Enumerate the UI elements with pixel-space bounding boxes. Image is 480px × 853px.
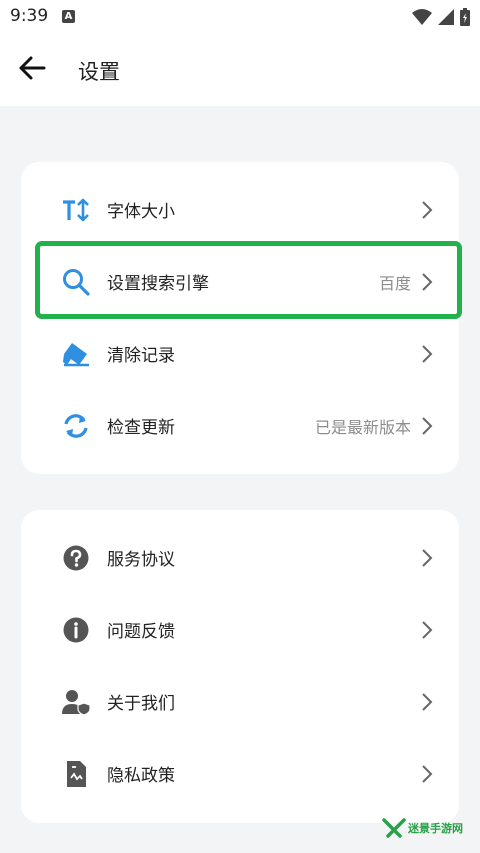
user-shield-icon — [62, 690, 91, 716]
setting-check-update[interactable]: 检查更新 已是最新版本 — [21, 390, 459, 462]
setting-feedback[interactable]: 问题反馈 — [21, 594, 459, 666]
document-icon — [67, 761, 86, 787]
setting-value: 已是最新版本 — [314, 418, 411, 437]
setting-value: 百度 — [378, 274, 411, 293]
setting-label: 检查更新 — [107, 418, 175, 438]
setting-label: 字体大小 — [107, 202, 175, 222]
font-size-icon — [63, 198, 89, 222]
refresh-icon — [64, 414, 88, 438]
setting-font-size[interactable]: 字体大小 — [21, 174, 459, 246]
battery-icon — [460, 8, 470, 26]
search-icon — [63, 269, 90, 296]
eraser-icon — [63, 343, 89, 367]
settings-card-about: 服务协议 问题反馈 关于我们 隐私政策 — [21, 510, 459, 823]
setting-label: 设置搜索引擎 — [107, 274, 209, 294]
chevron-right-icon — [422, 417, 433, 435]
setting-label: 隐私政策 — [107, 766, 175, 786]
chevron-right-icon — [422, 549, 433, 567]
chevron-right-icon — [422, 345, 433, 363]
chevron-right-icon — [422, 273, 433, 291]
chevron-right-icon — [422, 765, 433, 783]
setting-clear-history[interactable]: 清除记录 — [21, 318, 459, 390]
app-header: 设置 — [0, 34, 480, 106]
notification-icon: A — [62, 10, 75, 23]
setting-about-us[interactable]: 关于我们 — [21, 666, 459, 738]
back-arrow-icon — [19, 56, 46, 80]
setting-privacy-policy[interactable]: 隐私政策 — [21, 738, 459, 810]
wifi-icon — [412, 9, 432, 25]
status-time: 9:39 — [10, 6, 49, 26]
chevron-right-icon — [422, 621, 433, 639]
setting-label: 关于我们 — [107, 694, 175, 714]
watermark: 迷景手游网 — [382, 818, 477, 840]
watermark-text: 迷景手游网 — [408, 822, 463, 835]
setting-label: 服务协议 — [107, 550, 175, 570]
status-bar: 9:39 A — [0, 0, 480, 34]
page-title: 设置 — [78, 60, 120, 84]
info-icon — [63, 617, 89, 643]
setting-service-agreement[interactable]: 服务协议 — [21, 522, 459, 594]
setting-label: 问题反馈 — [107, 622, 175, 642]
chevron-right-icon — [422, 693, 433, 711]
setting-label: 清除记录 — [107, 346, 175, 366]
help-icon — [63, 545, 89, 571]
setting-search-engine[interactable]: 设置搜索引擎 百度 — [21, 246, 459, 318]
back-button[interactable] — [18, 54, 58, 86]
signal-icon — [438, 9, 454, 25]
watermark-logo-icon — [382, 818, 406, 838]
chevron-right-icon — [422, 201, 433, 219]
settings-card-general: 字体大小 设置搜索引擎 百度 清除记录 检查更新 已是最新版本 — [21, 162, 459, 474]
